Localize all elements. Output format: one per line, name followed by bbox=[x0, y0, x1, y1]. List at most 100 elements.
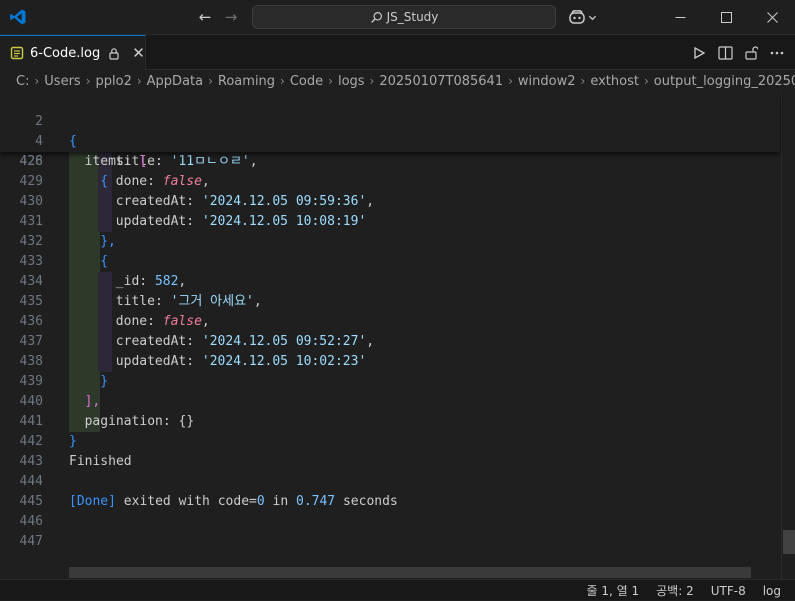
chevron-right-icon: › bbox=[643, 74, 649, 88]
vscode-logo-icon[interactable] bbox=[9, 8, 27, 26]
code-line[interactable]: 446 bbox=[0, 512, 780, 532]
indentation-setting[interactable]: 공백: 2 bbox=[656, 582, 694, 599]
breadcrumb-item[interactable]: 20250107T085641 bbox=[379, 74, 503, 89]
breadcrumb-item[interactable]: output_logging_20250107T19035 bbox=[654, 74, 795, 89]
code-line[interactable]: 432}, bbox=[0, 232, 780, 252]
code-line[interactable]: 445 [Done] exited with code=0 in 0.747 se… bbox=[0, 492, 780, 512]
indent-guide bbox=[69, 272, 100, 292]
indent-guide bbox=[69, 232, 100, 252]
back-arrow-icon[interactable]: ← bbox=[196, 8, 214, 26]
indent-guide bbox=[69, 332, 100, 352]
copilot-menu[interactable] bbox=[568, 8, 600, 26]
split-editor-button[interactable] bbox=[717, 45, 733, 61]
line-text: { bbox=[100, 254, 109, 269]
property-value: '2024.12.05 10:02:23' bbox=[201, 354, 367, 369]
code-line[interactable]: 2 { bbox=[0, 92, 780, 149]
code-line[interactable]: 4 items: [ bbox=[0, 112, 780, 169]
property-key: updatedAt bbox=[115, 214, 187, 229]
property-value: '그거 아세요' bbox=[170, 294, 254, 309]
indent-guide bbox=[69, 192, 100, 212]
close-icon bbox=[766, 12, 778, 23]
code-line[interactable]: 433 { bbox=[0, 252, 780, 272]
run-button[interactable] bbox=[691, 45, 707, 61]
horizontal-scrollbar[interactable] bbox=[69, 567, 751, 578]
breadcrumb-item[interactable]: AppData bbox=[147, 74, 203, 89]
code-line[interactable]: 430 createdAt: '2024.12.05 09:59:36', bbox=[0, 192, 780, 212]
done-text: seconds bbox=[335, 494, 398, 509]
code-line[interactable]: 438 updatedAt: '2024.12.05 10:02:23' bbox=[0, 352, 780, 372]
line-number: 443 bbox=[19, 454, 43, 469]
chevron-right-icon: › bbox=[580, 74, 586, 88]
line-text: title: '그거 아세요', bbox=[115, 294, 262, 309]
breadcrumb-item[interactable]: window2 bbox=[518, 74, 576, 89]
lock-icon bbox=[109, 47, 119, 60]
property-value: false bbox=[162, 314, 202, 329]
line-text: createdAt: '2024.12.05 09:59:36', bbox=[115, 194, 375, 209]
chevron-down-icon bbox=[588, 15, 597, 20]
code-line[interactable]: 443 Finished bbox=[0, 452, 780, 472]
forward-arrow-icon[interactable]: → bbox=[222, 8, 240, 26]
line-text: ], bbox=[84, 394, 101, 409]
vertical-scrollbar[interactable] bbox=[781, 92, 795, 579]
vertical-scrollbar-thumb[interactable] bbox=[783, 530, 795, 554]
code-line[interactable]: 447 bbox=[0, 532, 780, 552]
code-line[interactable]: 444 bbox=[0, 472, 780, 492]
property-value: false bbox=[162, 174, 202, 189]
cursor-position[interactable]: 줄 1, 열 1 bbox=[587, 582, 640, 599]
breadcrumb-item[interactable]: logs bbox=[338, 74, 365, 89]
code-line[interactable]: 435 title: '그거 아세요', bbox=[0, 292, 780, 312]
more-actions-button[interactable] bbox=[769, 45, 785, 61]
indent-guide bbox=[69, 252, 100, 272]
line-number: 434 bbox=[19, 274, 43, 289]
indent-guide bbox=[69, 212, 100, 232]
close-window-button[interactable] bbox=[749, 0, 795, 35]
line-number: 442 bbox=[19, 434, 43, 449]
code-line[interactable]: 436 done: false, bbox=[0, 312, 780, 332]
code-line[interactable]: 431 updatedAt: '2024.12.05 10:08:19' bbox=[0, 212, 780, 232]
line-number: 426 bbox=[19, 154, 43, 169]
editor-tab-bar: 6-Code.log ✕ bbox=[0, 35, 795, 70]
line-number: 445 bbox=[19, 494, 43, 509]
breadcrumb-item[interactable]: Code bbox=[290, 74, 323, 89]
code-line[interactable]: 441 pagination: {} bbox=[0, 412, 780, 432]
code-line[interactable]: 434 _id: 582, bbox=[0, 272, 780, 292]
indent-guide bbox=[98, 312, 112, 332]
code-line[interactable]: 440], bbox=[0, 392, 780, 412]
maximize-button[interactable] bbox=[703, 0, 749, 35]
line-number: 435 bbox=[19, 294, 43, 309]
breadcrumb-item[interactable]: Users bbox=[44, 74, 80, 89]
breadcrumb-item[interactable]: C: bbox=[16, 74, 29, 89]
unlock-button[interactable] bbox=[743, 45, 759, 61]
property-value: '2024.12.05 10:08:19' bbox=[201, 214, 367, 229]
title-bar: ← → JS_Study bbox=[0, 0, 795, 35]
command-center-search[interactable]: JS_Study bbox=[252, 5, 556, 29]
language-mode[interactable]: log bbox=[763, 584, 781, 598]
line-number: 439 bbox=[19, 374, 43, 389]
code-line[interactable]: 439} bbox=[0, 372, 780, 392]
code-line[interactable]: 426 { bbox=[0, 132, 780, 189]
chevron-right-icon: › bbox=[34, 74, 40, 88]
line-text: } bbox=[100, 374, 109, 389]
line-text: updatedAt: '2024.12.05 10:02:23' bbox=[115, 354, 367, 369]
property-value: '2024.12.05 09:59:36' bbox=[201, 194, 367, 209]
code-editor[interactable]: 2 { 4 items: [ 426 { 428 title: '11ㅁㄴㅇㄹ',… bbox=[0, 92, 795, 579]
sticky-scroll-header[interactable]: 2 { 4 items: [ 426 { bbox=[0, 92, 780, 189]
line-number: 441 bbox=[19, 414, 43, 429]
code-line[interactable]: 429 done: false, bbox=[0, 172, 780, 192]
line-text: updatedAt: '2024.12.05 10:08:19' bbox=[115, 214, 367, 229]
tab-close-icon[interactable]: ✕ bbox=[132, 44, 145, 62]
chevron-right-icon: › bbox=[508, 74, 513, 88]
indent-guide bbox=[69, 352, 100, 372]
property-value: '11ㅁㄴㅇㄹ' bbox=[170, 154, 250, 169]
breadcrumb-item[interactable]: pplo2 bbox=[96, 74, 132, 89]
code-line[interactable]: 442} bbox=[0, 432, 780, 452]
line-text: { bbox=[69, 174, 109, 189]
line-number: 438 bbox=[19, 354, 43, 369]
breadcrumb-item[interactable]: exthost bbox=[590, 74, 639, 89]
code-line[interactable]: 437 createdAt: '2024.12.05 09:52:27', bbox=[0, 332, 780, 352]
tab-6-code-log[interactable]: 6-Code.log ✕ bbox=[0, 35, 146, 70]
breadcrumb-item[interactable]: Roaming bbox=[218, 74, 275, 89]
file-encoding[interactable]: UTF-8 bbox=[711, 584, 746, 598]
indent-guide bbox=[69, 372, 100, 392]
minimize-button[interactable] bbox=[657, 0, 703, 35]
